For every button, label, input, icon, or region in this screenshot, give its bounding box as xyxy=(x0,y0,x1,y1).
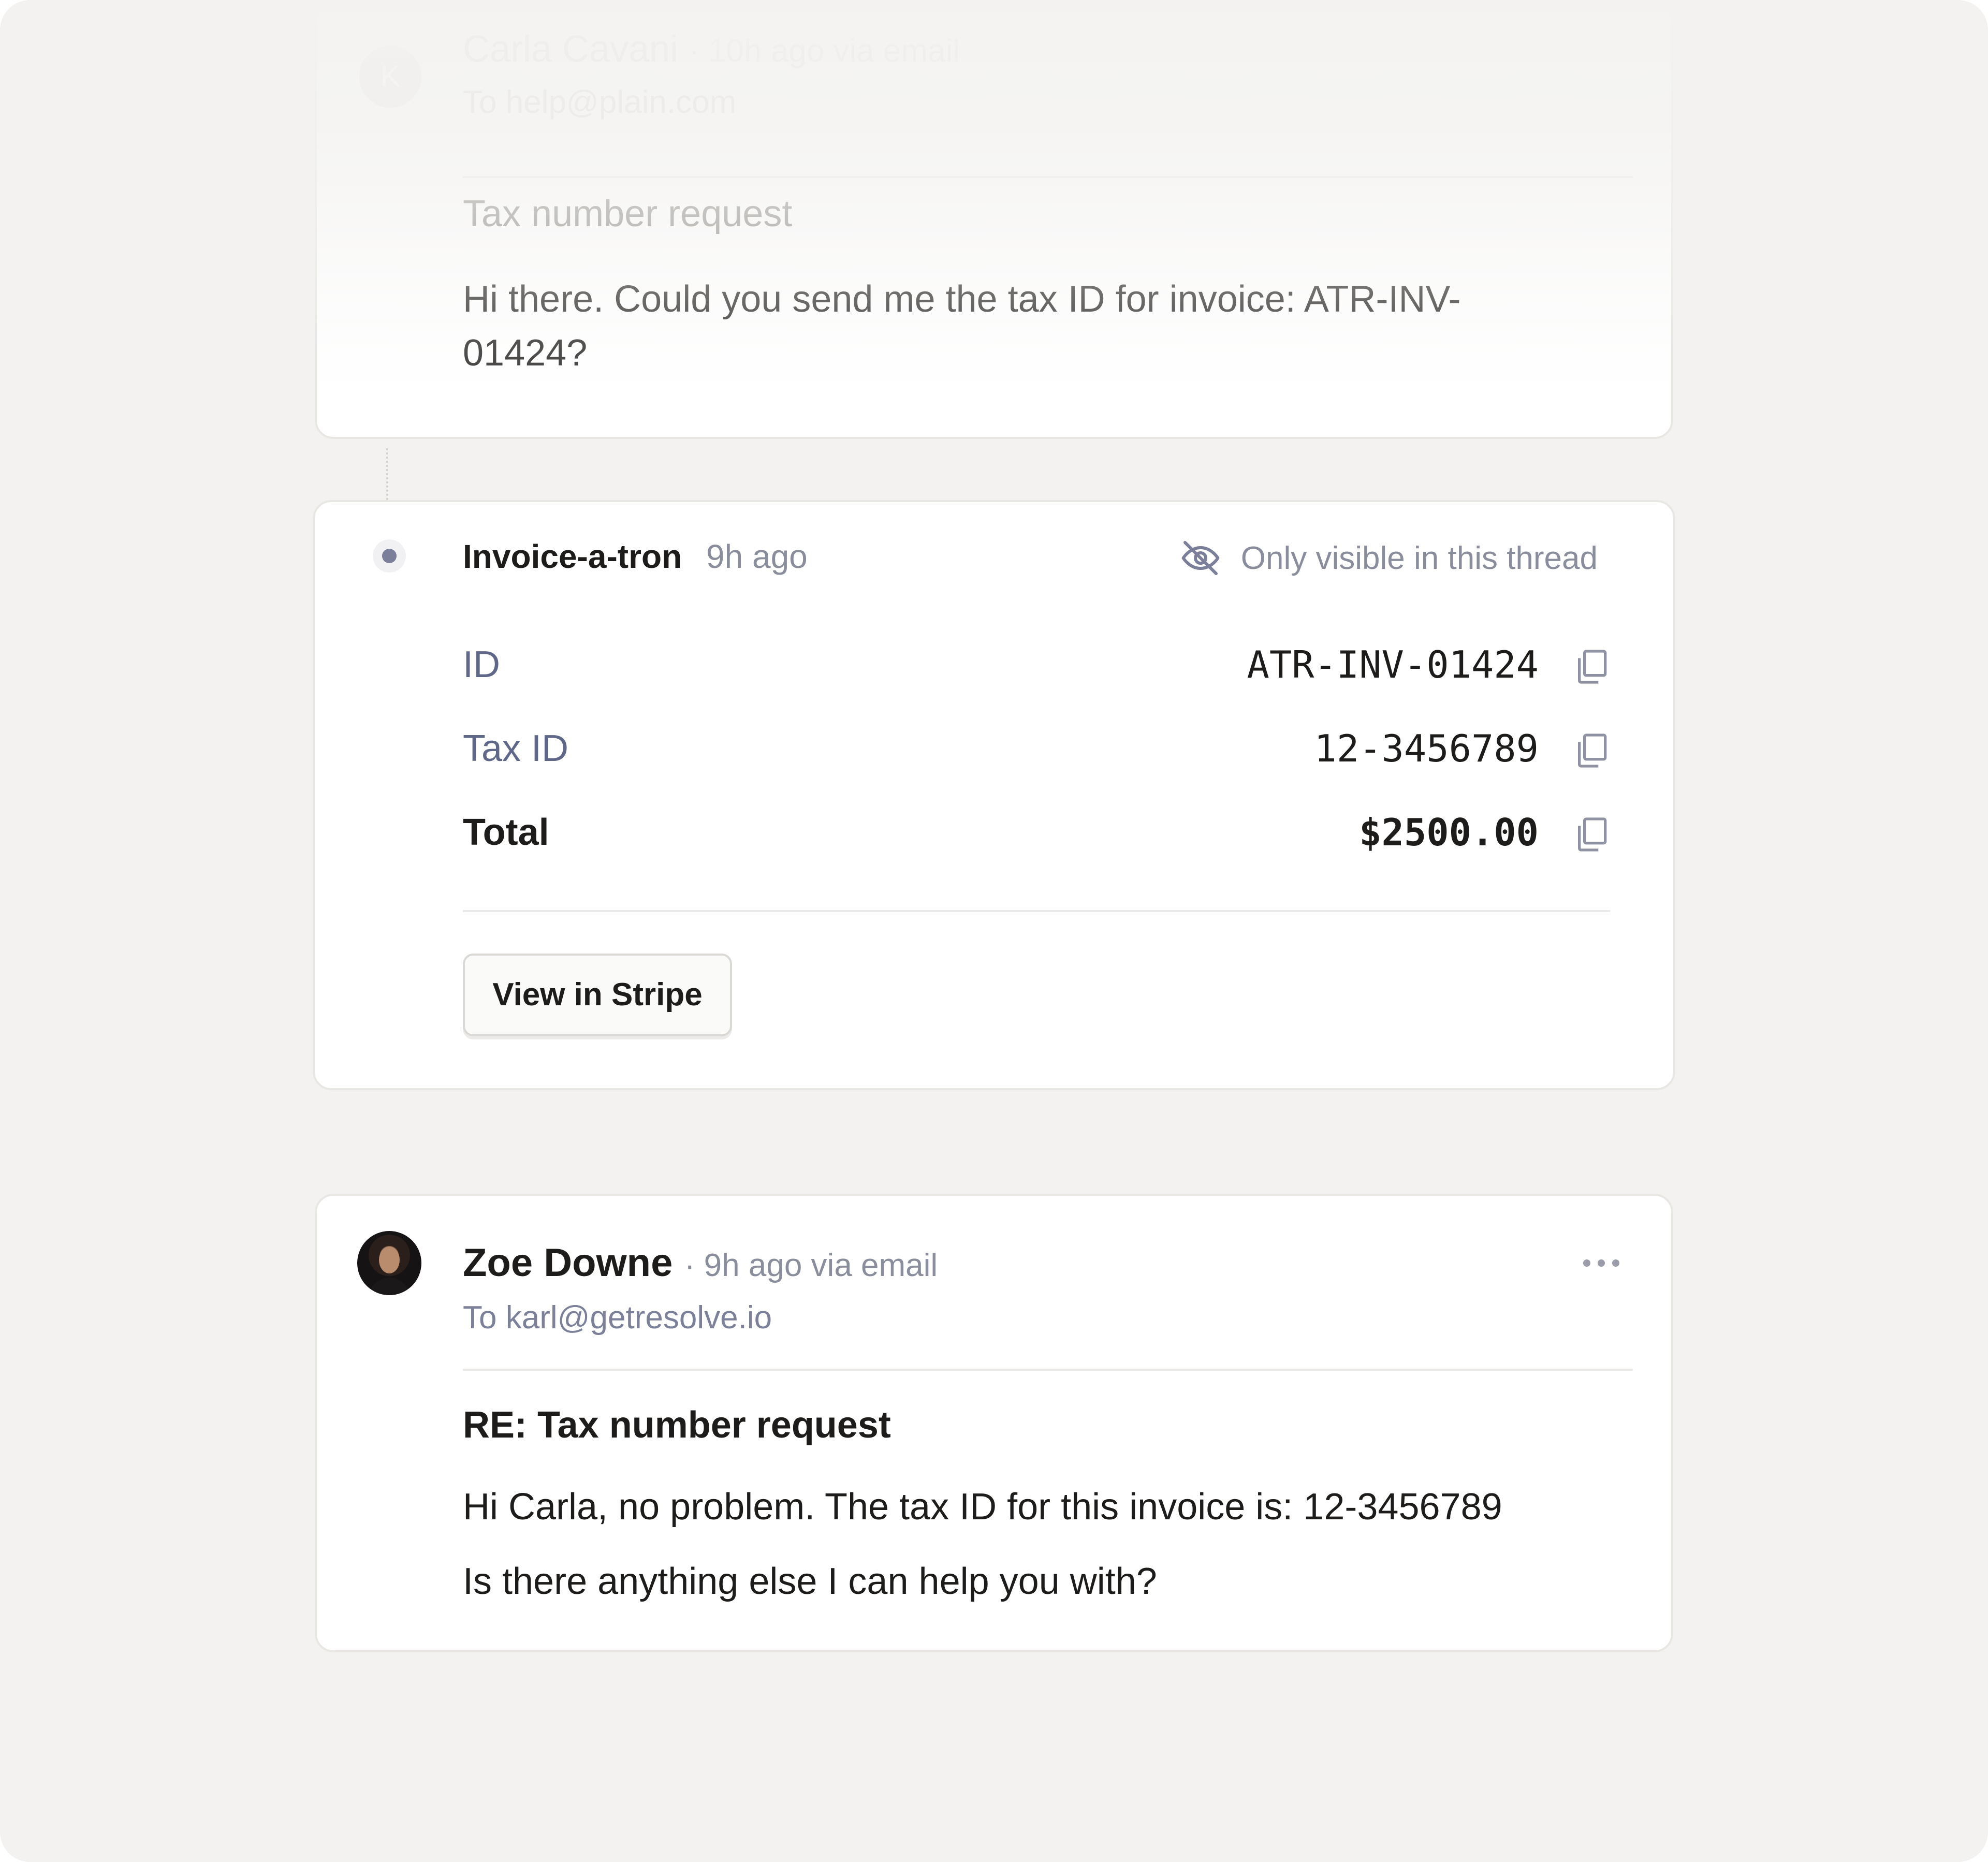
visibility-text: Only visible in this thread xyxy=(1240,540,1598,576)
message-sender: Carla Cavani · 10h ago via email xyxy=(463,28,960,70)
row-value: ATR-INV-01424 xyxy=(1247,643,1539,686)
visibility-indicator: Only visible in this thread xyxy=(1180,537,1598,579)
copy-icon[interactable] xyxy=(1571,646,1612,687)
row-label: Tax ID xyxy=(463,728,569,769)
message-body-line: Is there anything else I can help you wi… xyxy=(463,1561,1157,1602)
eye-off-icon xyxy=(1181,541,1220,575)
bot-timestamp: 9h ago xyxy=(706,538,808,575)
divider xyxy=(463,910,1610,912)
total-row: Total $2500.00 xyxy=(463,807,1612,858)
view-in-stripe-button[interactable]: View in Stripe xyxy=(463,954,732,1036)
customer-message-card: K Carla Cavani · 10h ago via email To he… xyxy=(315,0,1673,439)
invoice-id-row: ID ATR-INV-01424 xyxy=(463,639,1612,691)
divider xyxy=(463,1369,1633,1371)
thread-connector xyxy=(386,448,388,500)
message-body: Hi there. Could you send me the tax ID f… xyxy=(463,278,1461,374)
message-sender: Zoe Downe · 9h ago via email xyxy=(463,1240,938,1285)
tax-id-row: Tax ID 12-3456789 xyxy=(463,723,1612,774)
row-value: $2500.00 xyxy=(1359,811,1539,854)
thread-view: K Carla Cavani · 10h ago via email To he… xyxy=(0,0,1988,1862)
message-meta: · 9h ago via email xyxy=(684,1248,938,1283)
sender-name: Zoe Downe xyxy=(463,1241,673,1285)
avatar xyxy=(357,1231,421,1295)
copy-icon[interactable] xyxy=(1571,730,1612,771)
message-body-line: Hi Carla, no problem. The tax ID for thi… xyxy=(463,1486,1502,1528)
more-horizontal-icon[interactable] xyxy=(1583,1253,1619,1273)
bot-status-icon xyxy=(373,539,406,573)
bot-name: Invoice-a-tron xyxy=(463,538,682,575)
agent-reply-card: Zoe Downe · 9h ago via email To karl@get… xyxy=(315,1194,1673,1652)
message-subject: Tax number request xyxy=(463,193,793,234)
divider xyxy=(463,176,1633,178)
message-subject: RE: Tax number request xyxy=(463,1404,891,1446)
invoice-bot-card: Invoice-a-tron 9h ago Only visible in th… xyxy=(313,500,1675,1090)
row-label: Total xyxy=(463,812,549,853)
sender-name: Carla Cavani xyxy=(463,28,679,70)
row-label: ID xyxy=(463,644,500,685)
message-meta: · 10h ago via email xyxy=(689,33,960,69)
copy-icon[interactable] xyxy=(1571,814,1612,855)
avatar: K xyxy=(359,46,421,108)
message-recipient: To help@plain.com xyxy=(463,84,737,120)
message-recipient: To karl@getresolve.io xyxy=(463,1300,772,1336)
row-value: 12-3456789 xyxy=(1314,727,1539,770)
